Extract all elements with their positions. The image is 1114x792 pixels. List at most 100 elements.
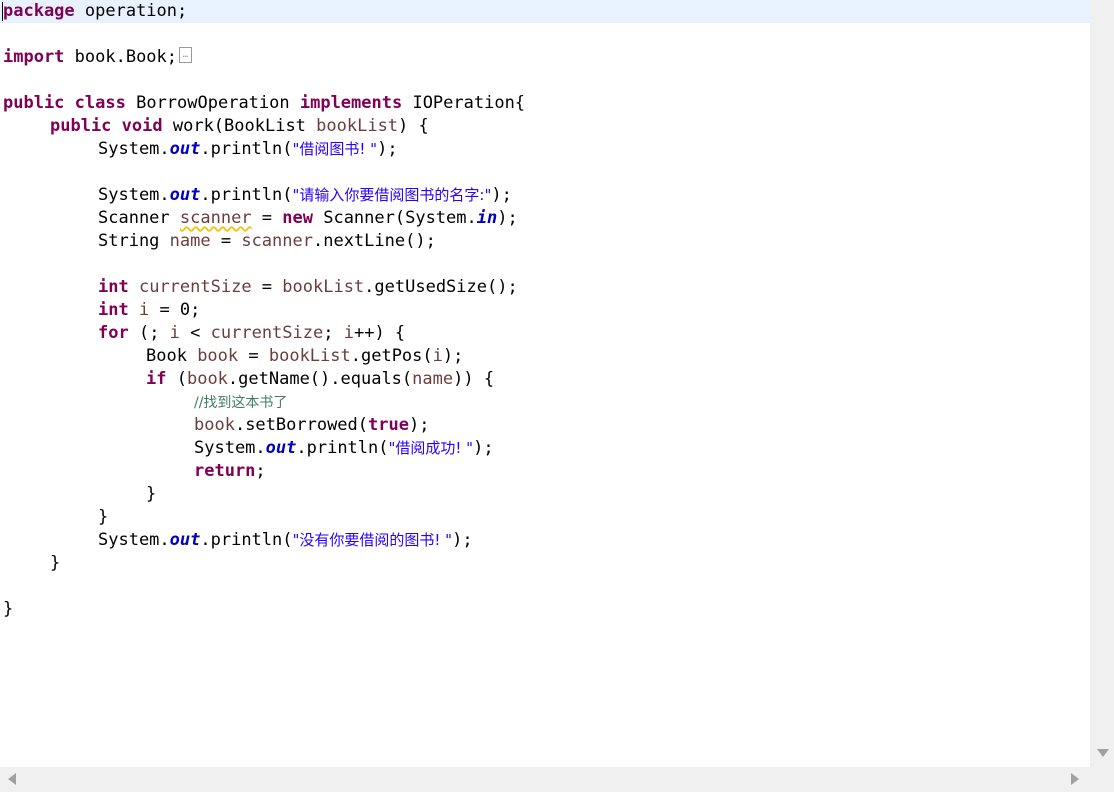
scroll-left-arrow-icon[interactable] [8, 773, 16, 785]
local-variable: i [343, 323, 354, 343]
static-field: out [265, 438, 297, 458]
keyword: import [3, 47, 65, 67]
local-variable: book [197, 346, 239, 366]
local-variable: book [194, 415, 235, 435]
parameter: bookList [282, 277, 365, 297]
closing-brace: } [98, 507, 109, 527]
local-variable: name [169, 231, 211, 251]
code-text: )) { [453, 369, 495, 389]
code-line-5[interactable]: public class BorrowOperation implements … [3, 92, 525, 115]
keyword: void [121, 116, 163, 136]
code-text: ); [408, 415, 430, 435]
code-line-24[interactable]: System.out.println("没有你要借阅的图书! "); [98, 529, 473, 552]
code-line-25[interactable]: } [50, 552, 60, 575]
keyword: return [194, 461, 256, 481]
code-line-23[interactable]: } [98, 506, 108, 529]
vertical-scrollbar[interactable] [1090, 0, 1114, 767]
code-text: .println( [200, 185, 293, 205]
closing-brace: } [50, 553, 61, 573]
keyword: true [368, 415, 409, 435]
keyword: public [50, 116, 112, 136]
scroll-right-arrow-icon[interactable] [1071, 773, 1079, 785]
local-variable: i [138, 300, 150, 320]
code-text: ); [491, 185, 512, 205]
code-text: operation; [74, 1, 188, 21]
code-line-21[interactable]: return; [194, 460, 266, 483]
code-text: .getName().equals( [227, 369, 413, 389]
keyword: for [98, 323, 129, 343]
code-line-13[interactable]: int currentSize = bookList.getUsedSize()… [98, 276, 518, 299]
code-text: .println( [200, 139, 293, 159]
parameter: bookList [316, 116, 399, 136]
local-variable: i [432, 346, 443, 366]
code-line-22[interactable]: } [146, 483, 156, 506]
code-line-20[interactable]: System.out.println("借阅成功! "); [194, 437, 494, 460]
code-line-11[interactable]: String name = scanner.nextLine(); [98, 230, 436, 253]
keyword: class [74, 93, 126, 113]
local-variable: i [169, 323, 180, 343]
code-line-15[interactable]: for (; i < currentSize; i++) { [98, 322, 405, 345]
code-text: < [179, 323, 211, 343]
code-text: .setBorrowed( [234, 415, 369, 435]
code-text: .getPos( [350, 346, 433, 366]
closing-brace: } [3, 599, 14, 619]
horizontal-scrollbar[interactable] [0, 767, 1090, 792]
code-editor[interactable]: package operation; import book.Book;… pu… [0, 0, 1090, 767]
code-text: ; [255, 461, 266, 481]
keyword: int [98, 277, 129, 297]
code-text: .getUsedSize(); [364, 277, 518, 297]
code-text: ( [166, 369, 187, 389]
class-name: BorrowOperation [125, 93, 300, 113]
code-line-6[interactable]: public void work(BookList bookList) { [50, 115, 429, 138]
code-line-9[interactable]: System.out.println("请输入你要借阅图书的名字:"); [98, 184, 512, 207]
code-text: .println( [296, 438, 389, 458]
code-text: ; [323, 323, 344, 343]
code-text: = [238, 346, 269, 366]
string-literal: "没有你要借阅的图书! " [292, 531, 453, 549]
string-literal: "请输入你要借阅图书的名字:" [292, 186, 492, 204]
code-text: = [251, 277, 283, 297]
code-text: ++) { [353, 323, 406, 343]
keyword: int [98, 300, 129, 320]
code-text: = [210, 231, 242, 251]
folded-import-icon[interactable]: … [179, 47, 193, 63]
local-variable: book [186, 369, 228, 389]
code-line-7[interactable]: System.out.println("借阅图书! "); [98, 138, 398, 161]
code-text: IOPeration{ [402, 93, 526, 113]
code-line-17[interactable]: if (book.getName().equals(name)) { [146, 368, 494, 391]
code-line-1[interactable]: package operation; [3, 0, 187, 23]
code-text: ); [377, 139, 398, 159]
static-field: in [476, 208, 498, 228]
code-comment: //找到这本书了 [194, 395, 288, 411]
code-text: Book [146, 346, 198, 366]
code-line-27[interactable]: } [3, 598, 13, 621]
keyword: package [3, 1, 75, 21]
code-text: .nextLine(); [312, 231, 436, 251]
scroll-down-arrow-icon[interactable] [1097, 749, 1109, 757]
code-text: work(BookList [162, 116, 317, 136]
code-text: Scanner(System. [312, 208, 477, 228]
code-line-19[interactable]: book.setBorrowed(true); [194, 414, 429, 437]
code-line-14[interactable]: int i = 0; [98, 299, 200, 322]
code-text: System. [98, 185, 170, 205]
code-text: ); [473, 438, 494, 458]
code-text: = 0; [149, 300, 201, 320]
string-literal: "借阅图书! " [292, 140, 378, 158]
code-line-18[interactable]: //找到这本书了 [194, 391, 287, 414]
closing-brace: } [146, 484, 157, 504]
parameter: bookList [268, 346, 351, 366]
code-text: book.Book; [64, 47, 178, 67]
static-field: out [169, 139, 201, 159]
warning-variable[interactable]: scanner [180, 208, 252, 228]
code-text: .println( [200, 530, 293, 550]
code-line-10[interactable]: Scanner scanner = new Scanner(System.in)… [98, 207, 518, 230]
code-line-3[interactable]: import book.Book;… [3, 46, 193, 69]
code-text: String [98, 231, 170, 251]
code-text: ); [497, 208, 518, 228]
keyword: implements [299, 93, 403, 113]
code-line-16[interactable]: Book book = bookList.getPos(i); [146, 345, 463, 368]
local-variable: name [412, 369, 454, 389]
code-text: ); [452, 530, 473, 550]
local-variable: scanner [241, 231, 313, 251]
code-text: System. [194, 438, 266, 458]
